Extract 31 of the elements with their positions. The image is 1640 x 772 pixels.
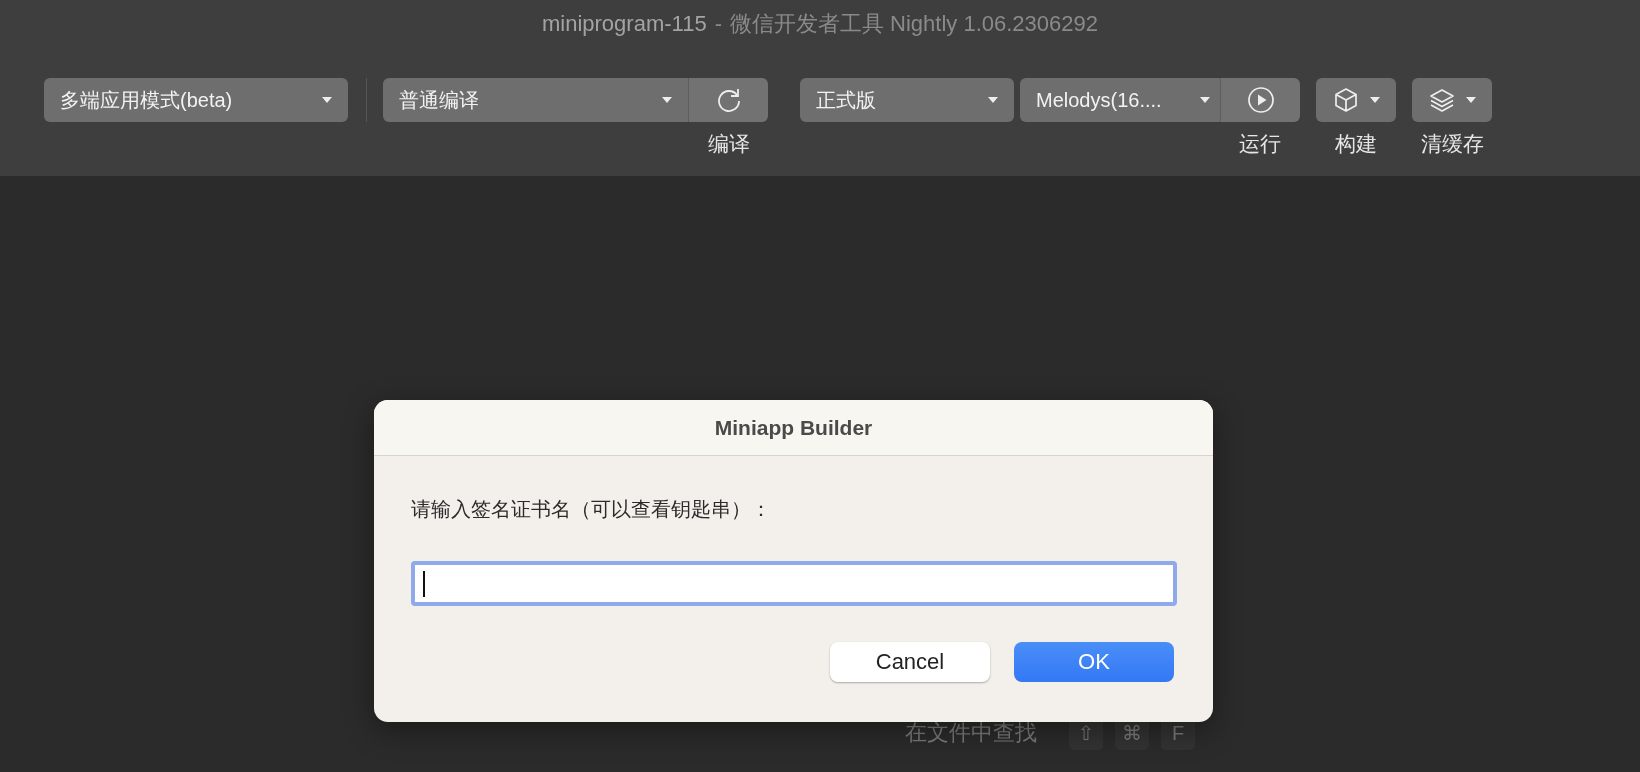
layers-icon: [1428, 86, 1456, 114]
cube-icon: [1332, 86, 1360, 114]
caret-icon: [988, 97, 998, 103]
window-title: miniprogram-115: [541, 11, 707, 37]
shortcut-hint: 在文件中查找: [905, 719, 1037, 747]
caret-icon: [1200, 97, 1210, 103]
account-select[interactable]: Melodys(16....: [1020, 78, 1220, 122]
build-label: 构建: [1335, 131, 1377, 157]
compile-label: 编译: [708, 131, 750, 157]
compile-button[interactable]: [688, 78, 768, 122]
caret-icon: [322, 97, 332, 103]
caret-icon: [1370, 97, 1380, 103]
clear-cache-label: 清缓存: [1420, 131, 1484, 157]
prompt-text: 请输入签名证书名（可以查看钥匙串）：: [411, 497, 772, 522]
version-select[interactable]: 正式版: [800, 78, 1014, 122]
title-separator: -: [714, 11, 722, 37]
app-name: 微信开发者工具 Nightly 1.06.2306292: [729, 10, 1098, 38]
text-cursor: [423, 571, 425, 597]
compile-mode-select[interactable]: 普通编译: [383, 78, 688, 122]
clear-cache-button[interactable]: [1412, 78, 1492, 122]
play-icon: [1246, 86, 1275, 114]
mode-select[interactable]: 多端应用模式(beta): [44, 78, 348, 122]
run-button[interactable]: [1220, 78, 1300, 122]
run-label: 运行: [1239, 131, 1281, 157]
dialog-title: Miniapp Builder: [714, 415, 873, 440]
input-field[interactable]: [411, 561, 1177, 606]
ok-button[interactable]: OK: [1014, 642, 1174, 682]
build-button[interactable]: [1316, 78, 1396, 122]
caret-icon: [1466, 97, 1476, 103]
cancel-button[interactable]: Cancel: [830, 642, 990, 682]
caret-icon: [662, 97, 672, 103]
